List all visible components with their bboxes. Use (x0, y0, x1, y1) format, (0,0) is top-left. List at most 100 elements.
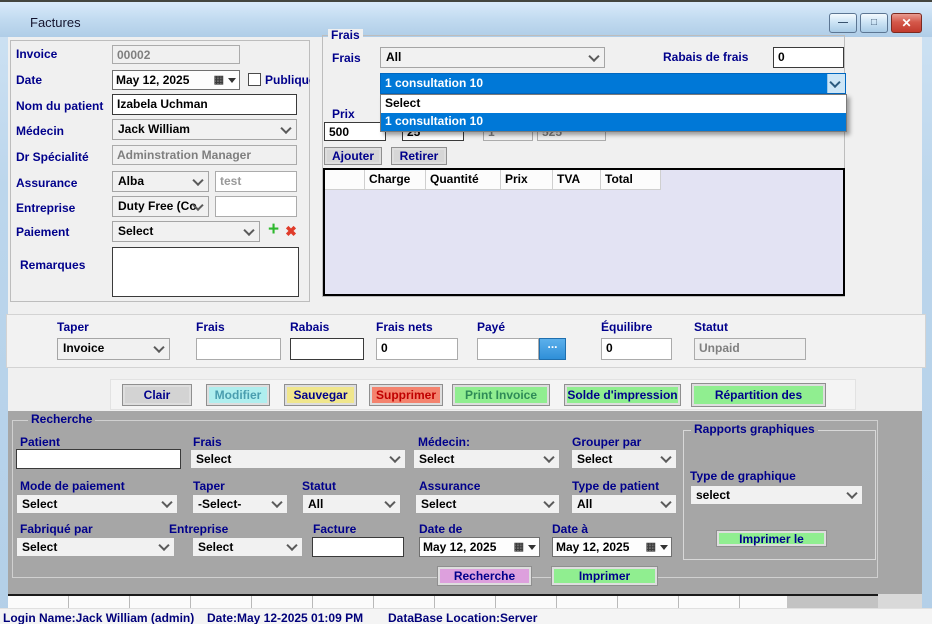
scrollbar-end (878, 594, 922, 608)
solde-impression-button[interactable]: Solde d'impression (564, 384, 681, 406)
search-assurance-value: Select (421, 497, 456, 511)
assurance-combo[interactable]: Alba (112, 171, 209, 192)
chevron-down-icon (153, 342, 164, 353)
totals-rabais-field[interactable] (290, 338, 364, 360)
search-entreprise-combo[interactable]: Select (192, 537, 303, 557)
paye-more-button[interactable]: ... (539, 338, 566, 360)
paye-label: Payé (477, 320, 505, 334)
search-taper-combo[interactable]: -Select- (192, 494, 288, 514)
chevron-down-icon (846, 488, 857, 499)
grid-header-prix: Prix (501, 170, 553, 190)
search-frais-value: Select (196, 452, 231, 466)
chevron-down-icon (660, 497, 671, 508)
frais-nets-field[interactable]: 0 (376, 338, 458, 360)
medecin-value: Jack William (118, 122, 190, 136)
grid-header-quantite: Quantité (426, 170, 501, 190)
entreprise-combo[interactable]: Duty Free (Co (112, 196, 209, 217)
charge-combo[interactable]: 1 consultation 10 (380, 73, 846, 94)
title-bar: Factures — □ ✕ (0, 2, 932, 37)
search-statut-value: All (308, 497, 323, 511)
chevron-down-icon (829, 76, 840, 87)
dropdown-option-selected[interactable]: 1 consultation 10 (381, 113, 846, 131)
chevron-down-icon (389, 452, 400, 463)
chevron-down-icon (161, 497, 172, 508)
mode-paiement-combo[interactable]: Select (16, 494, 178, 514)
chevron-down-icon (286, 540, 297, 551)
date-picker[interactable]: May 12, 2025 ▦ (112, 70, 240, 90)
charges-grid[interactable]: Charge Quantité Prix TVA Total (323, 168, 845, 296)
search-assurance-combo[interactable]: Select (415, 494, 560, 514)
charge-combo-dropdown-button[interactable] (827, 74, 845, 93)
statut-field: Unpaid (694, 338, 806, 360)
type-graphique-combo[interactable]: select (690, 485, 863, 505)
factures-window: Factures — □ ✕ Invoice 00002 Date May 12… (0, 0, 932, 624)
search-statut-combo[interactable]: All (302, 494, 401, 514)
prix-field[interactable]: 500 (324, 122, 386, 141)
recherche-button[interactable]: Recherche (437, 566, 532, 586)
repartition-button[interactable]: Répartition des (691, 383, 826, 407)
search-patient-field[interactable] (16, 449, 181, 469)
paye-field[interactable] (477, 338, 539, 360)
date-de-picker[interactable]: May 12, 2025 ▦ (419, 537, 540, 557)
calendar-icon: ▦ (646, 542, 656, 553)
medecin-combo[interactable]: Jack William (112, 119, 297, 140)
totals-frais-label: Frais (196, 320, 225, 334)
date-label: Date (16, 73, 42, 87)
scrollbar-thumb[interactable] (787, 594, 878, 608)
modifier-button[interactable]: Modifier (206, 384, 270, 406)
ajouter-button[interactable]: Ajouter (324, 147, 382, 165)
fabrique-par-combo[interactable]: Select (16, 537, 175, 557)
minimize-button[interactable]: — (829, 13, 857, 33)
search-frais-combo[interactable]: Select (190, 449, 406, 469)
remarques-textarea[interactable] (112, 247, 299, 297)
close-button[interactable]: ✕ (891, 13, 922, 33)
date-value: May 12, 2025 (116, 73, 189, 87)
imprimer-le-button[interactable]: Imprimer le (716, 530, 827, 547)
entreprise-note-field[interactable] (215, 196, 297, 217)
supprimer-button[interactable]: Supprimer (369, 384, 443, 406)
charge-dropdown-list: Select 1 consultation 10 (380, 94, 847, 132)
horizontal-scrollbar[interactable] (8, 594, 922, 608)
type-graphique-value: select (696, 488, 730, 502)
delete-payment-icon[interactable]: ✖ (283, 222, 299, 240)
frais-filter-combo[interactable]: All (380, 47, 605, 68)
type-graphique-label: Type de graphique (690, 469, 796, 483)
date-a-picker[interactable]: May 12, 2025 ▦ (552, 537, 672, 557)
print-invoice-button[interactable]: Print Invoice (452, 384, 550, 406)
assurance-note-field[interactable]: test (215, 171, 297, 192)
rapports-legend: Rapports graphiques (691, 423, 818, 436)
status-login: Login Name:Jack William (admin) (3, 611, 194, 624)
facture-field[interactable] (312, 537, 404, 557)
facture-label: Facture (313, 522, 356, 536)
specialite-label: Dr Spécialité (16, 150, 89, 164)
type-patient-combo[interactable]: All (571, 494, 677, 514)
dropdown-option[interactable]: Select (381, 95, 846, 113)
taper-combo[interactable]: Invoice (57, 338, 170, 360)
rabais-frais-field[interactable]: 0 (773, 47, 844, 68)
search-medecin-combo[interactable]: Select (413, 449, 560, 469)
chevron-down-icon (660, 452, 671, 463)
grid-header-tva: TVA (553, 170, 601, 190)
grouper-par-combo[interactable]: Select (571, 449, 677, 469)
totals-rabais-label: Rabais (290, 320, 329, 334)
imprimer-button[interactable]: Imprimer (551, 566, 658, 586)
sauvegar-button[interactable]: Sauvegar (284, 384, 357, 406)
equilibre-field[interactable]: 0 (601, 338, 672, 360)
publique-checkbox[interactable] (248, 73, 261, 86)
status-database-location: DataBase Location:Server (388, 611, 537, 624)
totals-frais-field[interactable] (196, 338, 281, 360)
grouper-par-value: Select (577, 452, 612, 466)
grid-header-selector (325, 170, 365, 190)
maximize-button[interactable]: □ (860, 13, 888, 33)
calendar-icon: ▦ (214, 75, 224, 86)
clair-button[interactable]: Clair (122, 384, 192, 406)
fabrique-par-value: Select (22, 540, 57, 554)
grouper-par-label: Grouper par (572, 435, 641, 449)
calendar-icon: ▦ (514, 542, 524, 553)
search-taper-label: Taper (193, 479, 225, 493)
paiement-combo[interactable]: Select (112, 221, 260, 242)
add-payment-icon[interactable]: + (265, 221, 282, 239)
retirer-button[interactable]: Retirer (391, 147, 447, 165)
patient-name-field[interactable]: Izabela Uchman (112, 94, 297, 115)
patient-name-label: Nom du patient (16, 99, 103, 113)
